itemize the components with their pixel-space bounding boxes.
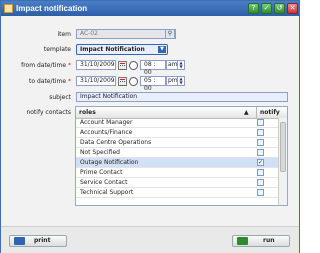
role-name: Technical Support (80, 189, 134, 196)
from-label: from date/time * (21, 62, 71, 69)
contacts-table: roles ▲ notify Account Manager Accounts/… (75, 106, 288, 206)
sort-asc-icon: ▲ (244, 109, 249, 116)
calendar-icon[interactable] (118, 61, 127, 70)
from-time-field[interactable]: 08 : 00 (140, 60, 166, 76)
table-row[interactable]: Service Contact (76, 178, 279, 188)
role-name: Not Specified (80, 149, 120, 156)
printer-icon (14, 237, 25, 245)
table-row[interactable]: Outage Notification ✓ (76, 158, 279, 168)
from-time-spinner[interactable]: ▲ ▼ (177, 60, 185, 70)
item-label: item (57, 31, 71, 38)
table-row[interactable]: Technical Support (76, 188, 279, 198)
role-name: Data Centre Operations (80, 139, 152, 146)
to-time-field[interactable]: 05 : 00 (140, 76, 166, 92)
run-label: run (263, 237, 275, 244)
clock-icon (129, 77, 138, 86)
to-time-spinner[interactable]: ▲ ▼ (177, 76, 185, 86)
role-name: Accounts/Finance (80, 129, 133, 136)
search-icon[interactable]: ⚲ (165, 29, 175, 39)
run-button[interactable]: run (232, 235, 290, 247)
template-value: Impact Notification (80, 46, 145, 53)
table-row[interactable]: Accounts/Finance (76, 128, 279, 138)
template-select[interactable]: Impact Notification ▼ (76, 44, 168, 55)
help-button[interactable]: ? (248, 3, 259, 14)
notify-column-header[interactable]: notify (260, 108, 280, 117)
subject-field[interactable]: Impact Notification (76, 92, 288, 102)
notify-checkbox[interactable] (257, 129, 264, 136)
notify-checkbox[interactable] (257, 149, 264, 156)
role-name: Service Contact (80, 179, 128, 186)
print-button[interactable]: print (9, 235, 67, 247)
notify-checkbox[interactable] (257, 119, 264, 126)
title-bar[interactable]: Impact notification ? ✓ ↺ ✕ (1, 1, 299, 16)
table-row[interactable]: Account Manager (76, 118, 279, 128)
window-icon (4, 4, 13, 13)
run-icon (237, 237, 248, 245)
window-title: Impact notification (16, 4, 88, 13)
scrollbar-thumb[interactable] (280, 122, 286, 172)
notify-checkbox[interactable] (257, 179, 264, 186)
confirm-button[interactable]: ✓ (261, 3, 272, 14)
from-date-field[interactable]: 31/10/2009 (76, 60, 116, 70)
table-row[interactable]: Data Centre Operations (76, 138, 279, 148)
notify-checkbox[interactable] (257, 189, 264, 196)
refresh-button[interactable]: ↺ (274, 3, 285, 14)
role-name: Prime Contact (80, 169, 123, 176)
calendar-icon[interactable] (118, 77, 127, 86)
clock-icon (129, 61, 138, 70)
item-field[interactable]: AC-02 (76, 29, 176, 39)
role-name: Account Manager (80, 119, 133, 126)
notify-contacts-label: notify contacts (26, 109, 71, 116)
notify-checkbox[interactable] (257, 169, 264, 176)
to-date-field[interactable]: 31/10/2009 (76, 76, 116, 86)
template-label: template (43, 46, 71, 53)
print-label: print (34, 237, 51, 244)
chevron-down-icon: ▼ (158, 46, 166, 53)
notify-checkbox[interactable] (257, 139, 264, 146)
column-divider (256, 107, 257, 118)
to-label: to date/time * (29, 78, 71, 85)
subject-label: subject (49, 94, 71, 101)
table-row[interactable]: Not Specified (76, 148, 279, 158)
notify-checkbox[interactable]: ✓ (257, 159, 264, 166)
roles-column-header[interactable]: roles (79, 108, 96, 117)
close-button[interactable]: ✕ (287, 3, 298, 14)
table-row[interactable]: Prime Contact (76, 168, 279, 178)
table-scrollbar[interactable] (278, 118, 287, 205)
impact-notification-window: Impact notification ? ✓ ↺ ✕ item AC-02 ⚲… (0, 0, 300, 253)
role-name: Outage Notification (80, 159, 139, 166)
